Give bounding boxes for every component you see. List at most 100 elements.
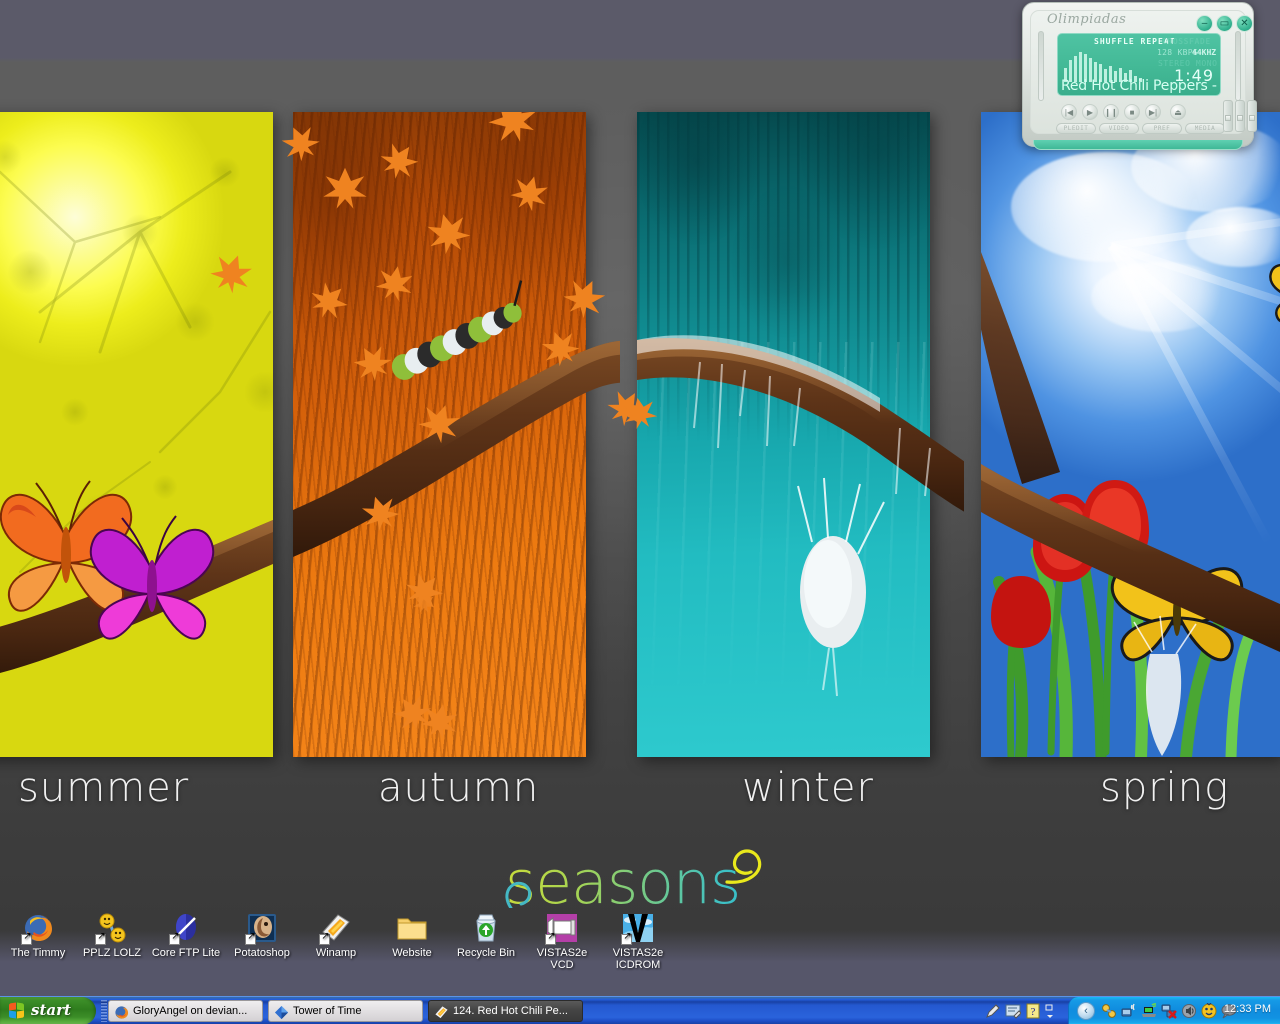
winter-icicle-drips: [637, 342, 930, 757]
svg-text:?: ?: [1031, 1006, 1036, 1018]
shortcut-overlay-icon: [169, 931, 181, 945]
season-label-winter: winter: [742, 765, 874, 811]
taskbar-quick-icons: ?: [985, 1001, 1060, 1021]
pen-icon[interactable]: [985, 1003, 1001, 1019]
winamp-play-button[interactable]: ▶: [1082, 104, 1098, 120]
winamp-left-rail: [1038, 31, 1044, 101]
wallpaper-panel-spring: [981, 112, 1280, 757]
network-users-icon[interactable]: [1101, 1003, 1117, 1019]
winamp-visualizer: [1064, 48, 1144, 82]
winamp-volume-slider[interactable]: [1223, 100, 1233, 132]
desktop-icon-label: VISTAS2e VCD: [536, 947, 588, 971]
winamp-media-button[interactable]: MEDIA: [1185, 123, 1225, 134]
shortcut-overlay-icon: [95, 931, 107, 945]
winamp-eject-button[interactable]: ⏏: [1170, 104, 1186, 120]
winamp-crossfade-label[interactable]: CROSSFADE: [1162, 37, 1211, 46]
taskbar-grip[interactable]: [101, 1000, 107, 1022]
taskbar-item-label: Tower of Time: [293, 1005, 362, 1017]
winamp-footer-bar: [1033, 140, 1243, 150]
lan-monitor-icon[interactable]: [1141, 1003, 1157, 1019]
winamp-player[interactable]: Olimpiadas – ▭ ✕ SHUFFLE REPEAT CROSSFAD…: [1022, 2, 1257, 150]
taskbar[interactable]: start GloryAngel on devian... Tower of T…: [0, 996, 1280, 1024]
desktop-icon-vistas2e-icdrom[interactable]: VISTAS2e ICDROM: [600, 912, 676, 971]
winamp-body: Olimpiadas – ▭ ✕ SHUFFLE REPEAT CROSSFAD…: [1022, 2, 1257, 150]
taskbar-item-label: 124. Red Hot Chili Pe...: [453, 1005, 568, 1017]
taskbar-item-glory-angel[interactable]: GloryAngel on devian...: [108, 1000, 263, 1022]
desktop-icon-label: PPLZ LOLZ: [82, 947, 142, 959]
winamp-minimize-button[interactable]: –: [1196, 15, 1213, 32]
desktop-icon-label: Recycle Bin: [456, 947, 516, 959]
messenger-icon[interactable]: [1201, 1002, 1217, 1019]
desktop-icon-vistas2e-vcd[interactable]: VISTAS2e VCD: [524, 912, 600, 971]
cdrom-drive-icon: [621, 912, 654, 945]
folder-icon: [396, 912, 428, 944]
diamond-icon: [274, 1005, 289, 1020]
season-label-autumn: autumn: [378, 765, 540, 811]
winamp-eq-slider[interactable]: [1247, 100, 1257, 132]
start-button[interactable]: start: [0, 997, 96, 1024]
desktop-icon-website[interactable]: Website: [374, 912, 450, 959]
shortcut-overlay-icon: [319, 931, 331, 945]
seasons-wordmark: seasons: [505, 849, 775, 914]
desktop-icon-winamp[interactable]: Winamp: [298, 912, 374, 959]
desktop-icon-label: The Timmy: [10, 947, 66, 959]
desktop-icons: The Timmy PPLZ LOLZ: [0, 906, 1280, 986]
desktop-icon-recycle-bin[interactable]: Recycle Bin: [448, 912, 524, 959]
winamp-icon: [434, 1005, 449, 1020]
winamp-balance-slider[interactable]: [1235, 100, 1245, 132]
desktop-icon-the-timmy[interactable]: The Timmy: [0, 912, 76, 959]
winamp-pause-button[interactable]: ❙❙: [1103, 104, 1119, 120]
summer-stems-svg: [0, 170, 272, 573]
desktop-icon-pplz-lolz[interactable]: PPLZ LOLZ: [74, 912, 150, 959]
spring-art-svg: [991, 264, 1280, 757]
winamp-shade-button[interactable]: ▭: [1216, 15, 1233, 32]
start-button-label: start: [31, 1001, 71, 1019]
shortcut-overlay-icon: [545, 931, 557, 945]
firefox-icon: [21, 912, 54, 945]
season-label-spring: spring: [1100, 765, 1230, 811]
tray-expand-arrow-icon[interactable]: ‹: [1077, 1002, 1095, 1020]
winamp-display: SHUFFLE REPEAT CROSSFADE 128 KBPS 44KHZ …: [1057, 33, 1221, 96]
vcd-drive-icon: [545, 912, 578, 945]
desktop-icon-label: Winamp: [315, 947, 357, 959]
taskbar-item-label: GloryAngel on devian...: [133, 1005, 248, 1017]
winamp-stop-button[interactable]: ■: [1124, 104, 1140, 120]
winamp-close-button[interactable]: ✕: [1236, 15, 1253, 32]
winamp-next-button[interactable]: ▶|: [1145, 104, 1161, 120]
taskbar-item-winamp[interactable]: 124. Red Hot Chili Pe...: [428, 1000, 583, 1022]
wallpaper-panel-summer: [0, 112, 273, 757]
firefox-icon: [114, 1005, 129, 1020]
winamp-pref-button[interactable]: PREF: [1142, 123, 1182, 134]
network-error-icon[interactable]: [1161, 1003, 1177, 1019]
winamp-previous-button[interactable]: |◀: [1061, 104, 1077, 120]
desktop[interactable]: summer autumn winter spring seasons The …: [0, 0, 1280, 996]
winamp-samplerate: 44KHZ: [1192, 48, 1217, 57]
winamp-right-rail: [1235, 31, 1241, 101]
taskbar-item-tower-of-time[interactable]: Tower of Time: [268, 1000, 423, 1022]
wireless-icon[interactable]: [1121, 1003, 1137, 1019]
desktop-icon-core-ftp-lite[interactable]: Core FTP Lite: [148, 912, 224, 959]
winamp-track-title: Red Hot Chili Peppers -: [1061, 78, 1217, 94]
photoshop-icon: [245, 912, 278, 945]
windows-logo-icon: [9, 1002, 25, 1019]
seasons-wordmark-text: seasons: [505, 852, 775, 914]
help-icon[interactable]: ?: [1025, 1003, 1041, 1019]
smileys-icon: [95, 912, 128, 945]
volume-icon[interactable]: [1181, 1003, 1197, 1019]
wallpaper-panel-winter: [637, 112, 930, 757]
tablet-icon[interactable]: [1005, 1003, 1022, 1019]
overflow-icon[interactable]: [1045, 1003, 1055, 1019]
recycle-bin-icon: [470, 912, 502, 944]
system-tray: ‹ 12:33 PM: [1068, 997, 1280, 1024]
season-label-summer: summer: [18, 765, 190, 811]
wallpaper-panel-autumn: [293, 112, 586, 757]
desktop-icon-label: VISTAS2e ICDROM: [612, 947, 664, 971]
winamp-video-button[interactable]: VIDEO: [1099, 123, 1139, 134]
desktop-icon-potatoshop[interactable]: Potatoshop: [224, 912, 300, 959]
desktop-icon-label: Core FTP Lite: [151, 947, 221, 959]
system-clock[interactable]: 12:33 PM: [1224, 1003, 1271, 1015]
winamp-pledit-button[interactable]: PLEDIT: [1056, 123, 1096, 134]
desktop-icon-label: Website: [392, 947, 432, 959]
coreftp-icon: [169, 912, 202, 945]
desktop-icon-label: Potatoshop: [234, 947, 290, 959]
